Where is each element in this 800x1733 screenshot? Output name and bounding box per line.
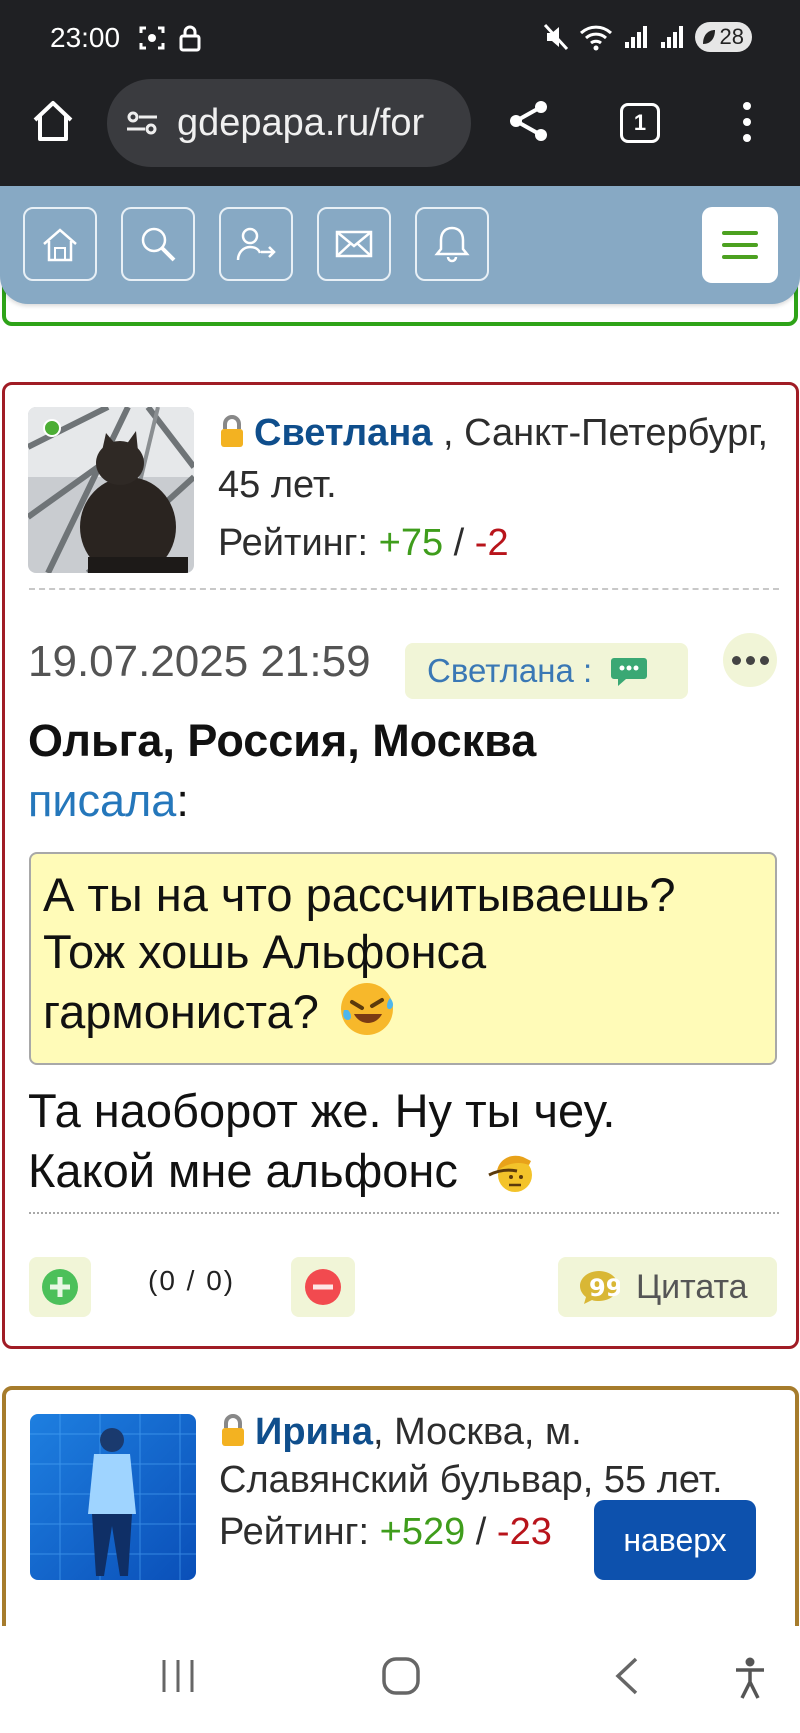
- rating-label: Рейтинг:: [219, 1511, 380, 1553]
- reply-to-author-button[interactable]: Светлана :: [405, 643, 688, 699]
- quote-colon: :: [176, 775, 189, 826]
- cap-smiley-icon: [488, 1155, 532, 1192]
- quote-button[interactable]: 99 Цитата: [558, 1257, 777, 1317]
- post-message: Та наоборот же. Ну ты чеу. Какой мне аль…: [28, 1081, 778, 1201]
- upvote-button[interactable]: [29, 1257, 91, 1317]
- post-options-button[interactable]: [723, 633, 777, 687]
- lock-icon: [222, 1414, 244, 1446]
- nav-messages-button[interactable]: [317, 207, 391, 281]
- browser-toolbar: gdepapa.ru/for 1: [0, 76, 800, 186]
- rating-separator: /: [443, 522, 475, 564]
- search-icon: [141, 227, 176, 262]
- envelope-icon: [335, 230, 373, 258]
- menu-bar: [722, 231, 758, 235]
- status-time: 23:00: [50, 22, 121, 53]
- nav-search-button[interactable]: [121, 207, 195, 281]
- message-line-2: Какой мне альфонс: [28, 1141, 778, 1201]
- back-icon[interactable]: [612, 1656, 642, 1696]
- rating-label: Рейтинг:: [218, 522, 379, 564]
- menu-bar: [722, 243, 758, 247]
- author-name-link[interactable]: Ирина: [255, 1411, 373, 1453]
- address-bar[interactable]: gdepapa.ru/for: [107, 79, 471, 167]
- message-line-text: Какой мне альфонс: [28, 1144, 458, 1197]
- forum-post-card: Светлана , Санкт-Петербург, 45 лет. Рейт…: [2, 382, 799, 1349]
- status-bar: 23:00 28: [0, 0, 800, 76]
- home-icon: [43, 228, 77, 262]
- dot: [731, 655, 741, 665]
- page-content: Светлана , Санкт-Петербург, 45 лет. Рейт…: [0, 186, 800, 1626]
- quote-button-label: Цитата: [636, 1267, 748, 1306]
- user-avatar[interactable]: [30, 1414, 196, 1580]
- site-settings-icon[interactable]: [125, 109, 159, 137]
- bell-icon: [434, 226, 470, 263]
- downvote-button[interactable]: [291, 1257, 355, 1317]
- tab-switcher-button[interactable]: 1: [620, 103, 660, 143]
- rating-minus: -2: [474, 522, 509, 564]
- post-footer-divider: [29, 1212, 779, 1214]
- scroll-to-top-button[interactable]: наверх: [594, 1500, 756, 1580]
- nav-home-button[interactable]: [23, 207, 97, 281]
- rating-separator: /: [465, 1511, 497, 1553]
- battery-level: 28: [719, 24, 744, 49]
- wifi-icon: [579, 25, 612, 51]
- home-nav-icon[interactable]: [381, 1656, 421, 1696]
- post-header-divider: [29, 588, 779, 590]
- dot: [745, 655, 755, 665]
- share-icon[interactable]: [506, 98, 552, 144]
- quote-attribution: Ольга, Россия, Москва писала:: [28, 711, 536, 831]
- screenshot-icon: [139, 26, 165, 50]
- rating-line: Рейтинг: +75 / -2: [218, 517, 778, 569]
- post-date: 19.07.2025 21:59: [28, 637, 371, 686]
- post-author-info: Светлана , Санкт-Петербург, 45 лет. Рейт…: [218, 407, 778, 569]
- vote-count: (0 / 0): [148, 1265, 236, 1296]
- signal-icon-2: [660, 26, 683, 48]
- svg-text:99: 99: [589, 1274, 620, 1302]
- author-name-link[interactable]: Светлана: [254, 412, 432, 454]
- home-icon[interactable]: [30, 98, 76, 144]
- battery-indicator: 28: [694, 22, 752, 52]
- author-line: Светлана , Санкт-Петербург, 45 лет.: [218, 407, 778, 511]
- chat-bubble-icon: [611, 658, 648, 686]
- recent-apps-icon[interactable]: [160, 1656, 196, 1696]
- online-status-dot: [43, 419, 61, 437]
- site-nav-panel: [0, 186, 800, 304]
- quote-bubble-icon: 99: [580, 1271, 620, 1304]
- nav-login-button[interactable]: [219, 207, 293, 281]
- mute-icon: [543, 23, 568, 51]
- dot: [759, 655, 769, 665]
- lock-icon: [179, 25, 201, 52]
- reply-label: Светлана :: [427, 652, 593, 689]
- accessibility-icon[interactable]: [733, 1656, 767, 1700]
- nav-notifications-button[interactable]: [415, 207, 489, 281]
- signal-icon: [624, 26, 647, 48]
- status-icons-right: 28: [543, 22, 752, 52]
- lock-icon: [221, 415, 243, 447]
- system-nav-bar: [0, 1626, 800, 1733]
- url-text: gdepapa.ru/for: [177, 101, 425, 144]
- quoted-message: А ты на что рассчитываешь? Тож хошь Альф…: [29, 852, 777, 1065]
- rofl-emoji-icon: [340, 983, 393, 1035]
- author-line: Ирина, Москва, м. Славянский бульвар, 55…: [219, 1408, 779, 1504]
- status-icons-left: [138, 24, 202, 52]
- quote-wrote-link[interactable]: писала: [28, 775, 176, 826]
- rating-plus: +75: [378, 522, 444, 564]
- user-login-icon: [236, 227, 276, 261]
- message-line: Та наоборот же. Ну ты чеу.: [28, 1084, 616, 1137]
- rating-minus: -23: [496, 1511, 552, 1553]
- hamburger-menu-button[interactable]: [702, 207, 778, 283]
- plus-circle-icon: [42, 1269, 78, 1305]
- avatar-woman-image: [30, 1414, 196, 1580]
- menu-bar: [722, 255, 758, 259]
- battery-saver-icon: [702, 30, 715, 44]
- quoted-user: Ольга, Россия, Москва: [28, 715, 537, 766]
- minus-circle-icon: [305, 1269, 341, 1305]
- rating-plus: +529: [379, 1511, 466, 1553]
- more-menu-icon[interactable]: [736, 100, 758, 144]
